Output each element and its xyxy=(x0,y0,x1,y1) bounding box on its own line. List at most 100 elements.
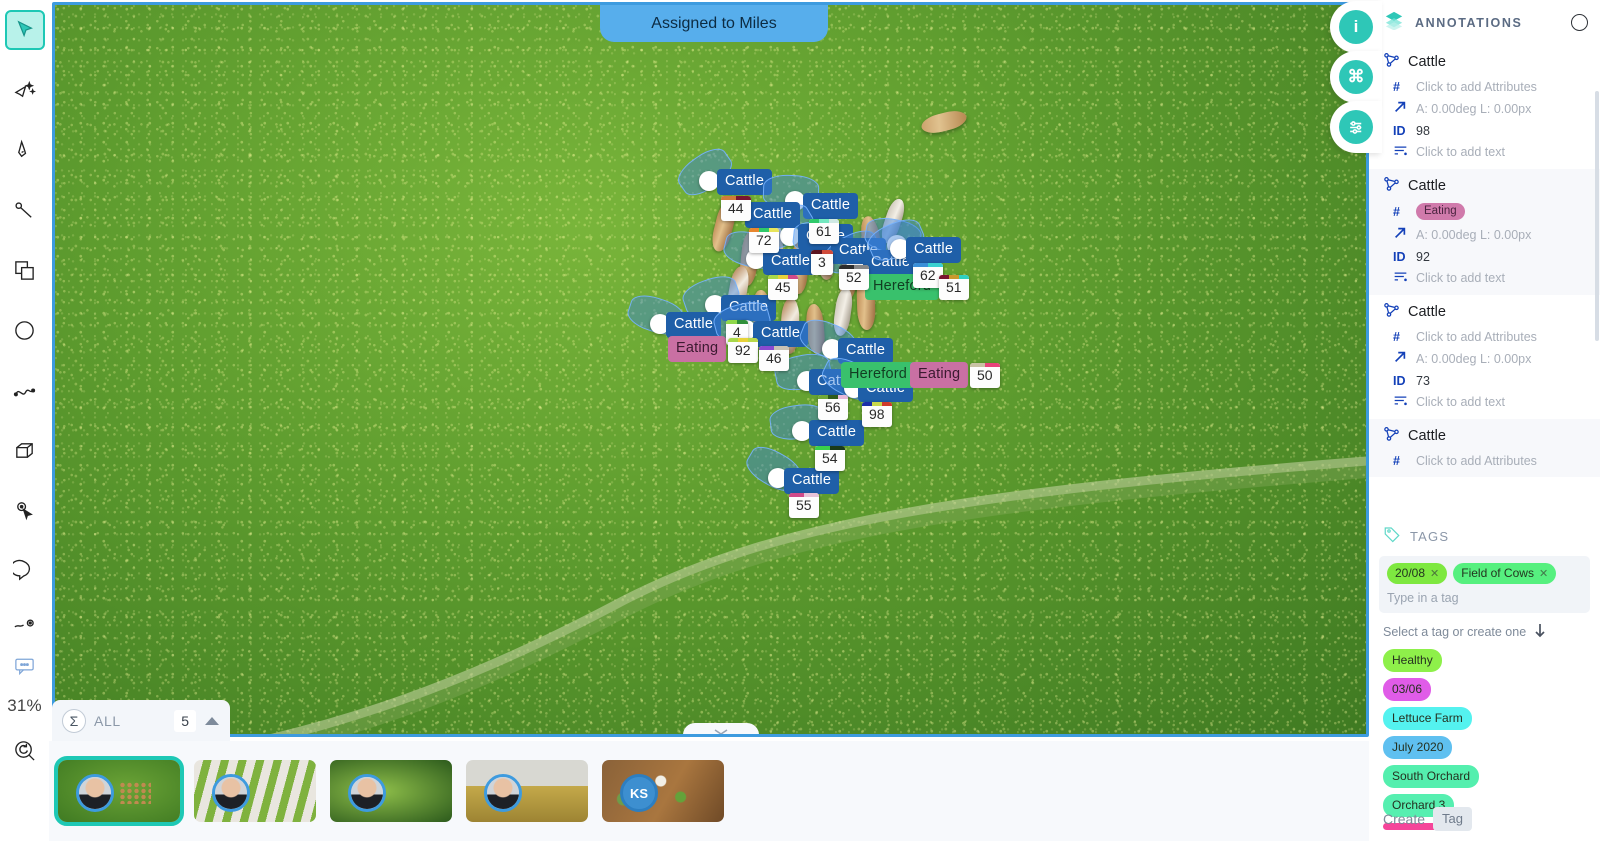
keypoint-tool[interactable] xyxy=(5,490,45,530)
id-chip-stripe xyxy=(815,446,845,450)
applied-tag-chip[interactable]: Field of Cows ✕ xyxy=(1453,563,1557,584)
annotation-id-chip[interactable]: 45 xyxy=(768,275,798,300)
annotation-text-row[interactable]: Click to add text xyxy=(1369,267,1600,289)
skeleton-tool[interactable] xyxy=(5,604,45,644)
annotation-class-label[interactable]: Cattle xyxy=(906,237,962,263)
available-tag-chip[interactable]: Healthy xyxy=(1383,649,1442,672)
annotation-id-chip[interactable]: 61 xyxy=(809,219,839,244)
available-tag-chip[interactable]: July 2020 xyxy=(1383,736,1453,759)
annotation-class-name: Cattle xyxy=(1408,178,1446,194)
info-button[interactable]: i xyxy=(1330,1,1382,53)
ellipse-tool[interactable] xyxy=(5,310,45,350)
thumbnail-field-of-cows[interactable] xyxy=(54,756,184,826)
filmstrip[interactable]: KS xyxy=(0,741,1369,841)
annotation-id-chip[interactable]: 92 xyxy=(728,338,758,363)
add-text-label[interactable]: Click to add text xyxy=(1416,395,1505,409)
annotation-attributes-row[interactable]: # Click to add Attributes xyxy=(1369,326,1600,347)
annotations-list[interactable]: Cattle # Click to add Attributes A: 0.00deg… xyxy=(1369,45,1600,513)
thumbnail-wheat-field[interactable] xyxy=(466,760,588,822)
id-chip-stripe xyxy=(811,250,833,254)
thumbnail-lettuce-rows[interactable] xyxy=(194,760,316,822)
add-attributes-label[interactable]: Click to add Attributes xyxy=(1416,80,1537,94)
remove-tag-icon[interactable]: ✕ xyxy=(1539,567,1548,580)
annotation-id-row: ID 92 xyxy=(1369,246,1600,267)
annotation-id-chip[interactable]: 52 xyxy=(839,265,869,290)
attribute-pill[interactable]: Eating xyxy=(1416,203,1465,220)
annotation-id-chip[interactable]: 56 xyxy=(818,395,848,420)
available-tag-chip[interactable]: Lettuce Farm xyxy=(1383,707,1472,730)
annotation-attribute-label[interactable]: Eating xyxy=(668,336,727,362)
bounding-box-tool[interactable] xyxy=(5,250,45,290)
cuboid-tool[interactable] xyxy=(5,430,45,470)
annotation-class-label[interactable]: Cattle xyxy=(809,420,865,446)
pen-tool[interactable] xyxy=(5,130,45,170)
tag-picker-hint: Select a tag or create one xyxy=(1383,623,1586,641)
annotation-list-item[interactable]: Cattle # Click to add Attributes A: 0.00deg… xyxy=(1369,295,1600,419)
annotation-class-label[interactable]: Cattle xyxy=(666,312,722,338)
polyline-tool[interactable] xyxy=(5,370,45,410)
add-text-label[interactable]: Click to add text xyxy=(1416,145,1505,159)
id-chip-stripe xyxy=(839,265,869,269)
annotation-id-chip[interactable]: 44 xyxy=(721,196,751,221)
add-text-label[interactable]: Click to add text xyxy=(1416,271,1505,285)
annotation-id-chip[interactable]: 98 xyxy=(862,402,892,427)
annotation-item-header[interactable]: Cattle xyxy=(1369,302,1600,326)
id-chip-stripe xyxy=(759,346,789,350)
annotation-item-header[interactable]: Cattle xyxy=(1369,176,1600,200)
annotation-item-header[interactable]: Cattle xyxy=(1369,52,1600,76)
layers-settings-button[interactable] xyxy=(1330,101,1382,153)
tag-input-box[interactable]: 20/08 ✕ Field of Cows ✕ Type in a tag xyxy=(1379,556,1590,613)
available-tag-chip[interactable]: 03/06 xyxy=(1383,678,1432,701)
create-tag-button[interactable]: Tag xyxy=(1433,807,1472,831)
remove-tag-icon[interactable]: ✕ xyxy=(1430,567,1439,580)
shortcuts-button[interactable]: ⌘ xyxy=(1330,51,1382,103)
annotation-attributes-row[interactable]: # Click to add Attributes xyxy=(1369,450,1600,471)
annotation-class-label[interactable]: Hereford xyxy=(841,362,916,388)
avatar-photo xyxy=(487,777,519,809)
annotation-id-chip[interactable]: 50 xyxy=(970,363,1000,388)
image-canvas[interactable]: Cattle Cattle Cattle Cattle Cattle Cattle Catt… xyxy=(52,2,1369,737)
annotation-list-item[interactable]: Cattle # Eating A: 0.00deg L: 0.00px ID 92 Cli… xyxy=(1369,169,1600,295)
annotation-id-chip[interactable]: 51 xyxy=(939,275,969,300)
annotation-id-chip[interactable]: 3 xyxy=(811,250,833,275)
panel-scrollbar[interactable] xyxy=(1595,91,1599,341)
annotation-class-name: Cattle xyxy=(1408,54,1446,70)
annotation-attribute-label[interactable]: Eating xyxy=(910,362,969,388)
annotation-list-item[interactable]: Cattle # Click to add Attributes A: 0.00deg… xyxy=(1369,45,1600,169)
annotation-text-row[interactable]: Click to add text xyxy=(1369,391,1600,413)
annotation-class-label[interactable]: Cattle xyxy=(745,202,801,228)
assigned-to-banner: Assigned to Miles xyxy=(600,5,828,42)
filter-bar[interactable]: Σ ALL 5 xyxy=(52,700,230,741)
available-tag-chip[interactable]: South Orchard xyxy=(1383,765,1480,788)
annotation-vertex[interactable] xyxy=(699,171,719,191)
thumbnail-produce-board[interactable]: KS xyxy=(602,760,724,822)
sigma-icon[interactable]: Σ xyxy=(62,708,86,733)
annotation-attributes-row[interactable]: # Click to add Attributes xyxy=(1369,76,1600,97)
annotation-id-chip[interactable]: 54 xyxy=(815,446,845,471)
id-chip-value: 56 xyxy=(825,399,841,415)
zoom-reset-icon[interactable] xyxy=(5,730,45,770)
circle-icon[interactable] xyxy=(1571,14,1588,31)
cursor-select-tool[interactable] xyxy=(4,10,45,50)
filmstrip-collapse-handle[interactable] xyxy=(683,723,759,734)
annotation-list-item[interactable]: Cattle # Click to add Attributes xyxy=(1369,419,1600,477)
annotation-text-row[interactable]: Click to add text xyxy=(1369,141,1600,163)
annotation-id-chip[interactable]: 55 xyxy=(789,493,819,518)
annotation-overlay[interactable]: Cattle Cattle Cattle Cattle Cattle Cattle Catt… xyxy=(55,5,1366,734)
available-tag-row: July 2020 xyxy=(1383,736,1586,765)
thumbnail-orchard[interactable] xyxy=(330,760,452,822)
annotation-id-chip[interactable]: 46 xyxy=(759,346,789,371)
add-attributes-label[interactable]: Click to add Attributes xyxy=(1416,330,1537,344)
annotation-attributes-row[interactable]: # Eating xyxy=(1369,200,1600,223)
caret-up-icon[interactable] xyxy=(204,716,220,726)
add-attributes-label[interactable]: Click to add Attributes xyxy=(1416,454,1537,468)
annotation-item-header[interactable]: Cattle xyxy=(1369,426,1600,450)
annotation-class-label[interactable]: Cattle xyxy=(784,468,840,494)
brush-tool[interactable] xyxy=(5,190,45,230)
magic-wand-tool[interactable] xyxy=(5,70,45,110)
layers-icon xyxy=(1383,10,1405,35)
annotation-id-chip[interactable]: 72 xyxy=(749,228,779,253)
comment-tool[interactable] xyxy=(5,550,45,590)
applied-tag-chip[interactable]: 20/08 ✕ xyxy=(1387,563,1448,584)
tooltip-tool[interactable] xyxy=(5,646,45,686)
